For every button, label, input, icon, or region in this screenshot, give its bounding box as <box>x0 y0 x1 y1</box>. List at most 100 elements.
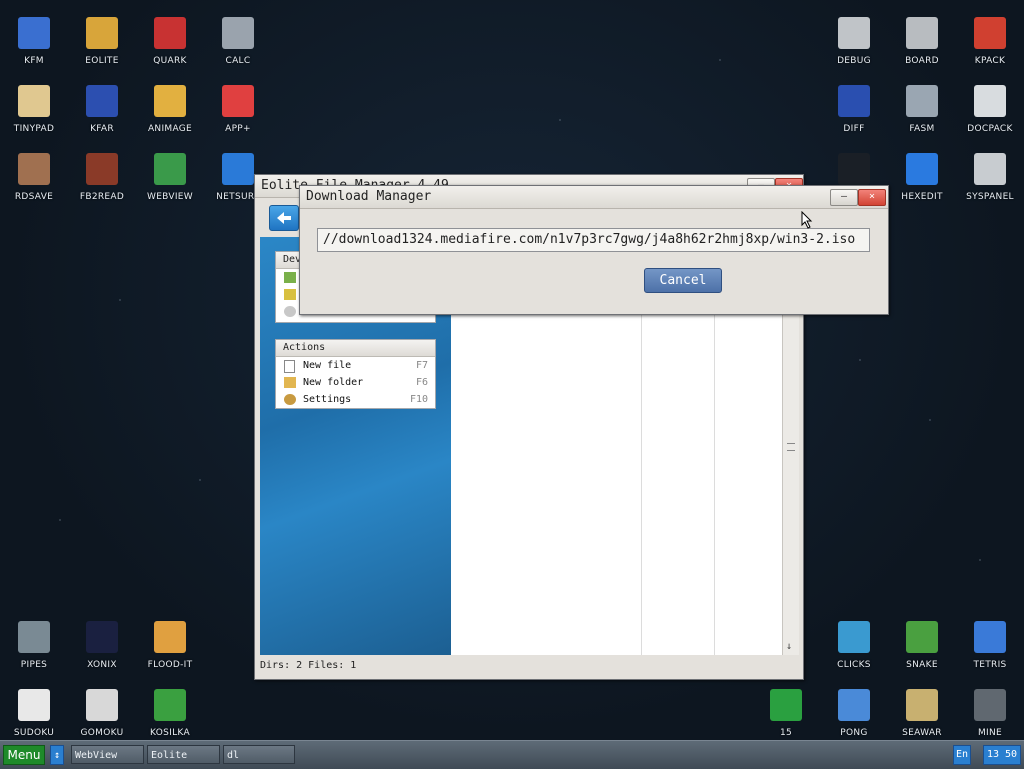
back-arrow-icon <box>277 212 291 224</box>
action-key: F6 <box>415 377 428 388</box>
desktop-icon-app-[interactable]: APP+ <box>204 76 272 140</box>
desktop-icon-tinypad[interactable]: TINYPAD <box>0 76 68 140</box>
book-icon <box>86 153 118 185</box>
action-key: F7 <box>415 360 428 371</box>
desktop-icon-diff[interactable]: DIFF <box>820 76 888 140</box>
menu-button[interactable]: Menu <box>3 745 45 765</box>
desktop-icon-kosilka[interactable]: KOSILKA <box>136 680 204 744</box>
desktop-icon-animage[interactable]: ANIMAGE <box>136 76 204 140</box>
task-eolite[interactable]: Eolite <box>147 745 220 764</box>
rubiks-cube-icon <box>222 85 254 117</box>
actions-header: Actions <box>276 340 435 357</box>
desktop-icon-pipes[interactable]: PIPES <box>0 612 68 676</box>
cancel-button[interactable]: Cancel <box>644 268 722 293</box>
desktop-icon-xonix[interactable]: XONIX <box>68 612 136 676</box>
mine-icon <box>974 689 1006 721</box>
task-switch-button[interactable]: ↕ <box>50 745 64 765</box>
desktop-icon-board[interactable]: BOARD <box>888 8 956 72</box>
pong-icon <box>838 689 870 721</box>
url-field[interactable]: //download1324.mediafire.com/n1v7p3rc7gw… <box>317 228 870 252</box>
sudoku-icon <box>18 689 50 721</box>
desktop-icon-label: DIFF <box>843 124 865 134</box>
desktop-icon-label: QUARK <box>153 56 187 66</box>
desktop-icon-kfm[interactable]: KFM <box>0 8 68 72</box>
disk-save-icon <box>18 153 50 185</box>
action-label: New folder <box>303 377 364 388</box>
xonix-icon <box>86 621 118 653</box>
language-indicator[interactable]: En <box>953 745 971 765</box>
desktop-icon-label: TINYPAD <box>13 124 55 134</box>
status-text: Dirs: 2 Files: 1 <box>260 660 357 671</box>
action-new-file[interactable]: New file F7 <box>276 357 435 374</box>
desktop-icon-seawar[interactable]: SEAWAR <box>888 680 956 744</box>
desktop-icon-label: KPACK <box>974 56 1006 66</box>
desktop-icon-debug[interactable]: DEBUG <box>820 8 888 72</box>
hex-editor-icon <box>906 153 938 185</box>
desktop-icon-kpack[interactable]: KPACK <box>956 8 1024 72</box>
new-folder-icon <box>284 377 296 388</box>
desktop-icon-label: TETRIS <box>973 660 1007 670</box>
download-minimize-button[interactable]: – <box>830 189 858 206</box>
desktop-icon-label: ANIMAGE <box>147 124 193 134</box>
calculator-icon <box>222 17 254 49</box>
desktop-icon-fasm[interactable]: FASM <box>888 76 956 140</box>
desktop-icon-mine[interactable]: MINE <box>956 680 1024 744</box>
tetris-icon <box>974 621 1006 653</box>
desktop-icon-tetris[interactable]: TETRIS <box>956 612 1024 676</box>
desktop-icon-kfar[interactable]: KFAR <box>68 76 136 140</box>
bug-window-icon <box>838 17 870 49</box>
action-label: New file <box>303 360 352 371</box>
cancel-label: Cancel <box>659 273 707 288</box>
download-manager-titlebar[interactable]: Download Manager <box>300 186 888 209</box>
task-label: Eolite <box>151 750 188 761</box>
desktop-icon-syspanel[interactable]: SYSPANEL <box>956 144 1024 208</box>
desktop-icon-docpack[interactable]: DOCPACK <box>956 76 1024 140</box>
task-label: dl <box>227 750 240 761</box>
desktop-icon-sudoku[interactable]: SUDOKU <box>0 680 68 744</box>
desktop-icon-snake[interactable]: SNAKE <box>888 612 956 676</box>
action-settings[interactable]: Settings F10 <box>276 391 435 408</box>
status-bar: Dirs: 2 Files: 1 <box>260 657 356 675</box>
desktop-icon-calc[interactable]: CALC <box>204 8 272 72</box>
desktop-icon-eolite[interactable]: EOLITE <box>68 8 136 72</box>
desktop: KFM EOLITE QUARK CALC TINYPAD KFAR ANIMAGE APP+… <box>0 0 1024 740</box>
desktop-icon-webview[interactable]: WEBVIEW <box>136 144 204 208</box>
task-dl[interactable]: dl <box>223 745 295 764</box>
download-manager-window[interactable]: Download Manager – × //download1324.medi… <box>299 185 889 315</box>
desktop-icon-label: SNAKE <box>906 660 938 670</box>
desktop-icon-label: 15 <box>779 728 793 738</box>
terminal-icon <box>838 153 870 185</box>
desktop-icon-fb2read[interactable]: FB2READ <box>68 144 136 208</box>
mouse-cursor-icon <box>801 211 813 229</box>
desktop-icon-label: APP+ <box>225 124 251 134</box>
task-webview[interactable]: WebView <box>71 745 144 764</box>
scroll-down-icon[interactable]: ↓ <box>786 641 792 652</box>
desktop-icon-label: BOARD <box>905 56 939 66</box>
pipes-icon <box>18 621 50 653</box>
desktop-icon-gomoku[interactable]: GOMOKU <box>68 680 136 744</box>
taskbar: Menu ↕ WebView Eolite dl En 13 50 <box>0 740 1024 769</box>
memory-icon <box>284 289 296 300</box>
desktop-icon-clicks[interactable]: CLICKS <box>820 612 888 676</box>
desktop-icon-quark[interactable]: QUARK <box>136 8 204 72</box>
clock[interactable]: 13 50 <box>983 745 1021 765</box>
desktop-icon-flood-it[interactable]: FLOOD-IT <box>136 612 204 676</box>
desktop-icon-rdsave[interactable]: RDSAVE <box>0 144 68 208</box>
desktop-icon-hexedit[interactable]: HEXEDIT <box>888 144 956 208</box>
task-label: WebView <box>75 750 118 761</box>
desktop-icon-15[interactable]: 15 <box>752 680 820 744</box>
action-new-folder[interactable]: New folder F6 <box>276 374 435 391</box>
cabinet-icon <box>974 85 1006 117</box>
desktop-icon-label: XONIX <box>87 660 117 670</box>
desktop-icon-label: DOCPACK <box>967 124 1013 134</box>
back-button[interactable] <box>269 205 299 231</box>
desktop-icon-pong[interactable]: PONG <box>820 680 888 744</box>
clock-time: 13 50 <box>986 749 1018 760</box>
notepad-icon <box>18 85 50 117</box>
map-browser-icon <box>154 153 186 185</box>
desktop-icon-label: HEXEDIT <box>901 192 943 202</box>
new-file-icon <box>284 360 295 373</box>
desktop-icon-label: FLOOD-IT <box>147 660 193 670</box>
download-close-button[interactable]: × <box>858 189 886 206</box>
globe-icon <box>222 153 254 185</box>
